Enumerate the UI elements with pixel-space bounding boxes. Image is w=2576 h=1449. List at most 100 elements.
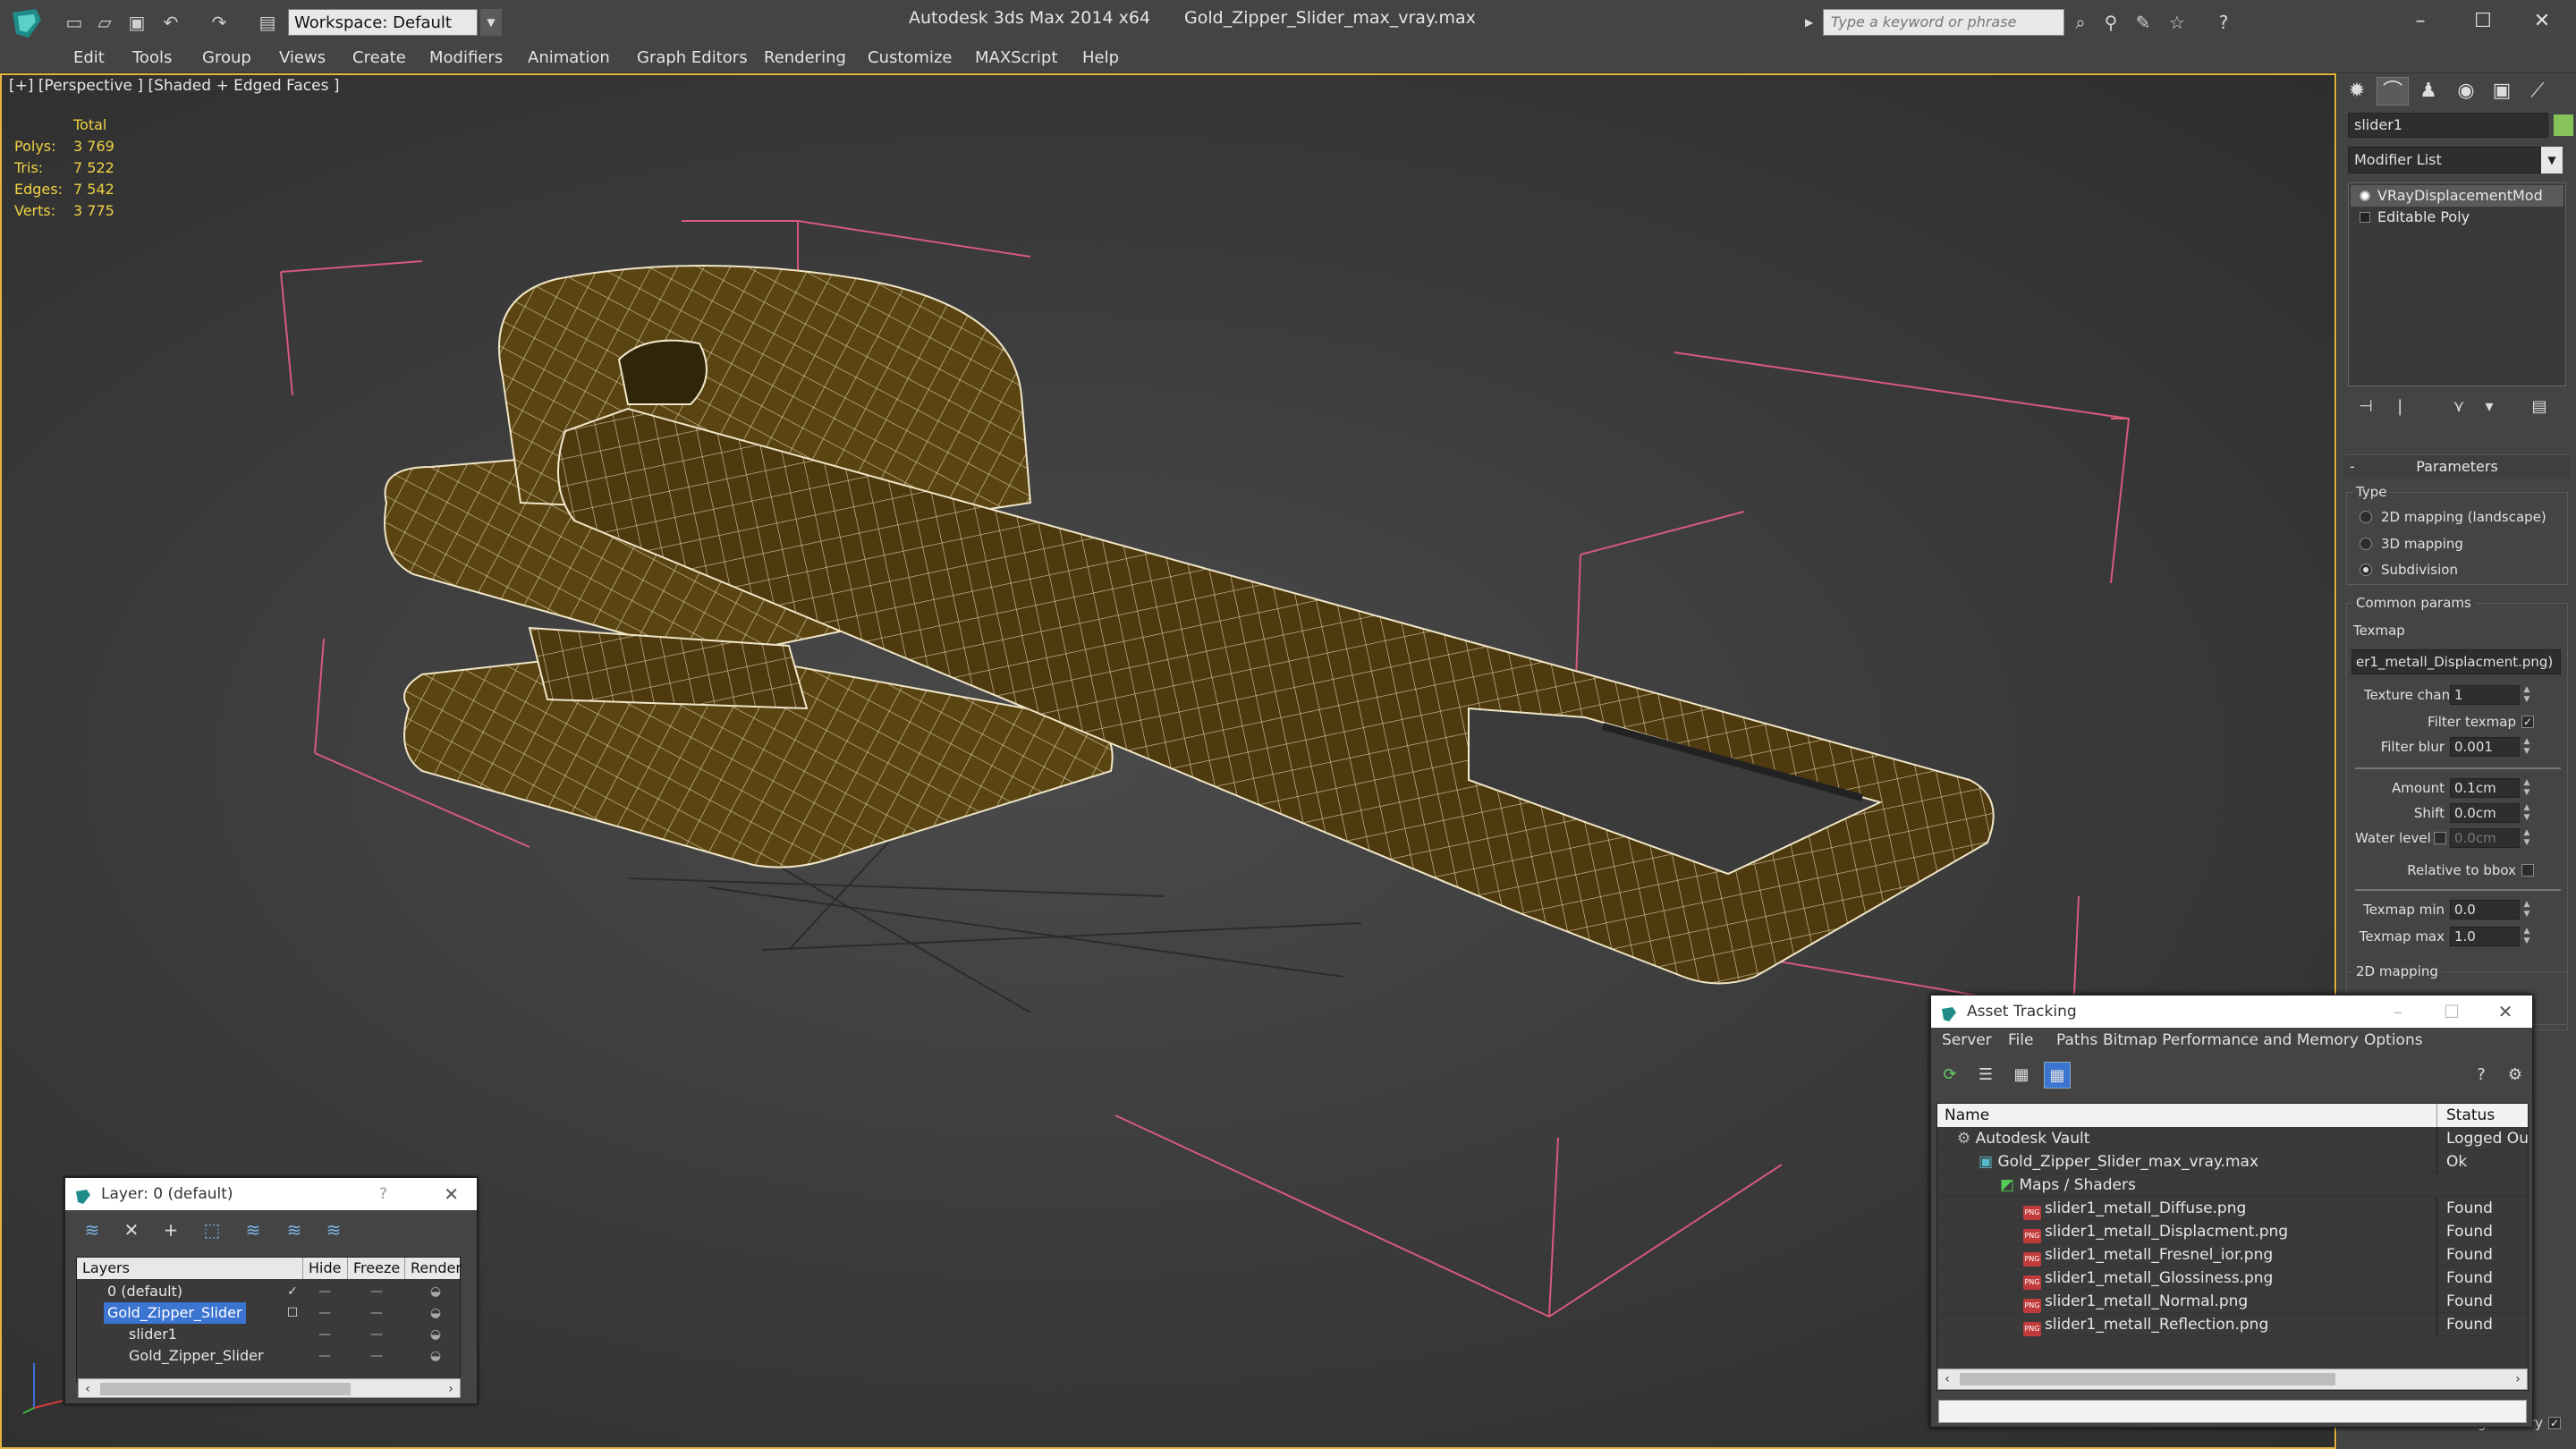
asset-menu-bitmap-performance[interactable]: Bitmap Performance and Memory [2103, 1031, 2359, 1049]
freeze-toggle[interactable]: — [363, 1281, 390, 1302]
menu-modifiers[interactable]: Modifiers [429, 47, 503, 70]
layer-dialog-titlebar[interactable]: Layer: 0 (default) ? ✕ [65, 1178, 477, 1210]
column-hide[interactable]: Hide [302, 1258, 341, 1279]
hide-toggle[interactable]: — [311, 1345, 338, 1367]
menu-maxscript[interactable]: MAXScript [975, 47, 1057, 70]
asset-row[interactable]: ◩ Maps / Shaders [1937, 1174, 2528, 1197]
menu-views[interactable]: Views [279, 47, 326, 70]
select-objects-icon[interactable]: ⬚ [199, 1217, 225, 1242]
asset-row[interactable]: ▣ Gold_Zipper_Slider_max_vray.max Ok [1937, 1150, 2528, 1174]
scroll-left-icon[interactable]: ‹ [79, 1379, 97, 1399]
menu-graph-editors[interactable]: Graph Editors [637, 47, 748, 70]
active-layer-check-icon[interactable]: ✓ [279, 1281, 306, 1302]
render-teapot-icon[interactable]: ◒ [422, 1324, 449, 1345]
scroll-right-icon[interactable]: › [2509, 1369, 2527, 1389]
render-teapot-icon[interactable]: ◒ [422, 1345, 449, 1367]
vault-help-icon[interactable]: ? [2468, 1062, 2495, 1089]
workspace-dropdown[interactable]: Workspace: Default ▼ [288, 9, 502, 36]
delete-layer-icon[interactable]: ✕ [119, 1217, 144, 1242]
column-freeze[interactable]: Freeze [347, 1258, 400, 1279]
filter-blur-input[interactable]: 0.001 [2450, 737, 2520, 757]
make-unique-icon[interactable]: ⋎ [2446, 395, 2471, 419]
spinner-icon[interactable]: ▲ ▼ [2521, 778, 2532, 798]
freeze-toggle[interactable]: — [363, 1302, 390, 1324]
menu-customize[interactable]: Customize [868, 47, 952, 70]
maximize-icon[interactable]: ☐ [2456, 4, 2510, 39]
configure-sets-icon[interactable]: ▤ [2527, 395, 2552, 419]
new-file-icon[interactable]: ▭ [63, 11, 86, 34]
chevron-down-icon[interactable]: ▼ [2541, 147, 2563, 174]
asset-menu-file[interactable]: File [2008, 1031, 2033, 1049]
layer-row[interactable]: Gold_Zipper_Slider — — ◒ [77, 1345, 460, 1367]
table-view-icon[interactable]: ▦ [2044, 1062, 2071, 1089]
asset-menu-paths[interactable]: Paths [2056, 1031, 2097, 1049]
hierarchy-tab-icon[interactable]: ♟ [2412, 77, 2445, 106]
minimize-icon[interactable]: – [2394, 4, 2447, 39]
column-status[interactable]: Status [2436, 1104, 2495, 1127]
asset-row[interactable]: PNG slider1_metall_Diffuse.png Found [1937, 1197, 2528, 1220]
water-level-input[interactable]: 0.0cm [2450, 828, 2520, 848]
relative-bbox-checkbox[interactable] [2521, 864, 2534, 877]
lightbulb-icon[interactable] [2360, 191, 2370, 201]
create-layer-icon[interactable]: ≋ [80, 1217, 105, 1242]
radio-2d-mapping[interactable]: 2D mapping (landscape) [2360, 509, 2546, 525]
binoculars-icon[interactable]: ⌕ [2068, 11, 2093, 34]
asset-row[interactable]: PNG slider1_metall_Displacment.png Found [1937, 1220, 2528, 1243]
asset-table[interactable]: Name Status ⚙ Autodesk Vault Logged Out … [1936, 1103, 2529, 1391]
collapse-icon[interactable]: - [2350, 455, 2355, 479]
spinner-icon[interactable]: ▲ ▼ [2521, 737, 2532, 757]
texmap-min-input[interactable]: 0.0 [2450, 900, 2520, 919]
freeze-all-layers-icon[interactable]: ≋ [321, 1217, 346, 1242]
layer-row[interactable]: slider1 — — ◒ [77, 1324, 460, 1345]
scroll-left-icon[interactable]: ‹ [1938, 1369, 1956, 1389]
texmap-max-input[interactable]: 1.0 [2450, 927, 2520, 946]
thumbnail-view-icon[interactable]: ▦ [2008, 1062, 2035, 1089]
redo-icon[interactable]: ↷ [208, 11, 231, 34]
asset-dialog-titlebar[interactable]: Asset Tracking – ☐ ✕ [1931, 996, 2532, 1028]
expand-plus-icon[interactable] [2360, 212, 2370, 223]
display-tab-icon[interactable]: ▣ [2486, 77, 2518, 106]
column-render[interactable]: Render [404, 1258, 462, 1279]
menu-edit[interactable]: Edit [73, 47, 105, 70]
asset-row[interactable]: PNG slider1_metall_Normal.png Found [1937, 1290, 2528, 1313]
hide-toggle[interactable]: — [311, 1302, 338, 1324]
menu-help[interactable]: Help [1082, 47, 1119, 70]
column-layers[interactable]: Layers [77, 1258, 130, 1279]
freeze-toggle[interactable]: — [363, 1324, 390, 1345]
remove-modifier-icon[interactable]: ▾ [2477, 395, 2502, 419]
app-logo-icon[interactable] [5, 5, 48, 41]
modifier-stack[interactable]: VRayDisplacementMod Editable Poly [2348, 182, 2566, 386]
search-input[interactable]: Type a keyword or phrase [1823, 9, 2064, 36]
save-file-icon[interactable]: ▣ [125, 11, 148, 34]
shift-input[interactable]: 0.0cm [2450, 803, 2520, 823]
texmap-button[interactable]: er1_metall_Displacment.png) [2351, 649, 2561, 674]
communication-icon[interactable]: ✎ [2131, 11, 2156, 34]
parameters-rollout[interactable]: - Parameters [2344, 454, 2570, 478]
minimize-icon[interactable]: – [2371, 996, 2425, 1028]
render-teapot-icon[interactable]: ◒ [422, 1281, 449, 1302]
spinner-icon[interactable]: ▲ ▼ [2521, 927, 2532, 946]
add-to-layer-icon[interactable]: + [158, 1217, 183, 1242]
favorites-star-icon[interactable]: ☆ [2165, 11, 2190, 34]
asset-menu-options[interactable]: Options [2364, 1031, 2423, 1049]
open-file-icon[interactable]: ▱ [93, 11, 116, 34]
menu-rendering[interactable]: Rendering [764, 47, 846, 70]
asset-row[interactable]: PNG slider1_metall_Reflection.png Found [1937, 1313, 2528, 1336]
search-expand-icon[interactable]: ▶ [1805, 9, 1819, 36]
chevron-down-icon[interactable]: ▼ [480, 9, 502, 36]
create-tab-icon[interactable]: ✹ [2341, 77, 2373, 106]
asset-row[interactable]: ⚙ Autodesk Vault Logged Out [1937, 1127, 2528, 1150]
utilities-tab-icon[interactable]: ⟋ [2521, 77, 2554, 106]
menu-tools[interactable]: Tools [132, 47, 172, 70]
active-layer-box-icon[interactable]: ☐ [279, 1302, 306, 1324]
undo-icon[interactable]: ↶ [159, 11, 182, 34]
pin-stack-icon[interactable]: ⊣ [2353, 395, 2378, 419]
modify-tab-icon[interactable]: ⌒ [2377, 77, 2409, 106]
refresh-icon[interactable]: ⟳ [1936, 1062, 1963, 1089]
subscription-icon[interactable]: ⚲ [2098, 11, 2123, 34]
scrollbar-thumb[interactable] [100, 1383, 351, 1395]
close-icon[interactable]: ✕ [444, 1178, 459, 1210]
maximize-icon[interactable]: ☐ [2425, 996, 2479, 1028]
radio-icon[interactable] [2360, 538, 2372, 550]
spinner-icon[interactable]: ▲ ▼ [2521, 828, 2532, 848]
